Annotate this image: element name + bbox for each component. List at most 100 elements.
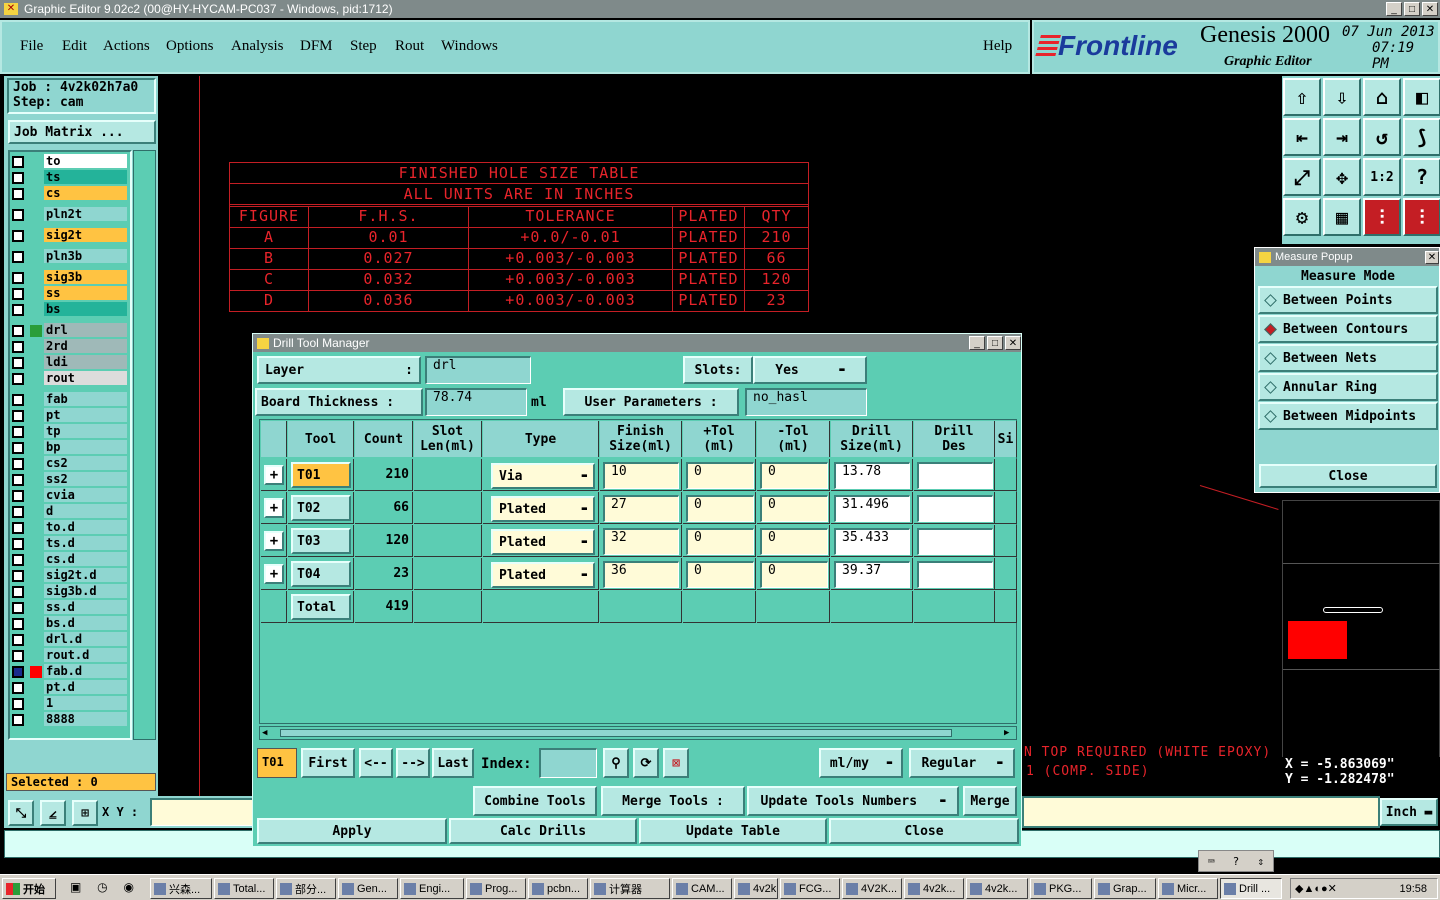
- drill-des-input[interactable]: [917, 495, 993, 522]
- layer-row-24[interactable]: sig2t.d: [10, 568, 128, 583]
- taskbar-item[interactable]: 兴森...: [150, 878, 212, 899]
- expand-row-icon[interactable]: +: [264, 498, 284, 518]
- layer-scrollbar[interactable]: [133, 150, 156, 740]
- prompt-bar[interactable]: [1022, 796, 1380, 828]
- layer-checkbox[interactable]: [12, 229, 24, 242]
- help-icon[interactable]: ?: [1403, 158, 1440, 196]
- arrows-icon[interactable]: ⇕: [1257, 855, 1264, 868]
- layer-checkbox[interactable]: [12, 271, 24, 284]
- layer-checkbox[interactable]: [12, 537, 24, 550]
- menu-options[interactable]: Options: [166, 38, 214, 55]
- first-button[interactable]: First: [301, 748, 355, 778]
- mode-dropdown[interactable]: Regular ▬: [909, 748, 1015, 778]
- finish-input[interactable]: 36: [603, 561, 679, 588]
- layer-row-17[interactable]: cs2: [10, 456, 128, 471]
- layer-row-22[interactable]: ts.d: [10, 536, 128, 551]
- grid-icon[interactable]: ⊞: [72, 800, 98, 826]
- taskbar-item[interactable]: Drill ...: [1220, 878, 1282, 899]
- layer-checkbox[interactable]: [12, 187, 24, 200]
- layer-row-2[interactable]: cs: [10, 186, 128, 201]
- layer-checkbox[interactable]: [12, 681, 24, 694]
- browser-icon[interactable]: ◉: [124, 880, 134, 898]
- layer-button[interactable]: Layer:: [257, 356, 421, 384]
- layer-checkbox[interactable]: [12, 649, 24, 662]
- expand-row-icon[interactable]: +: [264, 465, 284, 485]
- taskbar-item[interactable]: Prog...: [466, 878, 526, 899]
- finish-input[interactable]: 10: [603, 462, 679, 489]
- taskbar-item[interactable]: 计算器: [590, 878, 670, 899]
- mtol-input[interactable]: 0: [760, 495, 828, 522]
- layer-row-26[interactable]: ss.d: [10, 600, 128, 615]
- layer-row-1[interactable]: ts: [10, 170, 128, 185]
- layer-checkbox[interactable]: [12, 553, 24, 566]
- ptol-input[interactable]: 0: [686, 528, 754, 555]
- ptol-input[interactable]: 0: [686, 462, 754, 489]
- home-icon[interactable]: ⌂: [1363, 78, 1401, 116]
- dtm-maximize-icon[interactable]: □: [987, 336, 1003, 350]
- merge-button[interactable]: Merge: [963, 786, 1017, 816]
- grid-icon[interactable]: ▦: [1323, 198, 1361, 236]
- layer-row-29[interactable]: rout.d: [10, 648, 128, 663]
- layer-row-5[interactable]: pln3b: [10, 249, 128, 264]
- menu-dfm[interactable]: DFM: [300, 38, 333, 55]
- keyboard-icon[interactable]: ⌨: [1208, 855, 1215, 868]
- layer-checkbox[interactable]: [12, 665, 24, 678]
- finish-input[interactable]: 27: [603, 495, 679, 522]
- layer-checkbox[interactable]: [12, 457, 24, 470]
- layer-checkbox[interactable]: [12, 409, 24, 422]
- taskbar-item[interactable]: Engi...: [400, 878, 464, 899]
- undo-icon[interactable]: ↺: [1363, 118, 1401, 156]
- taskbar-item[interactable]: PKG...: [1030, 878, 1092, 899]
- layer-row-4[interactable]: sig2t: [10, 228, 128, 243]
- type-dropdown[interactable]: Plated ▬: [491, 562, 595, 588]
- menu-step[interactable]: Step: [350, 38, 377, 55]
- drill-des-input[interactable]: [917, 561, 993, 588]
- layer-checkbox[interactable]: [12, 697, 24, 710]
- layer-checkbox[interactable]: [12, 393, 24, 406]
- tray-icons[interactable]: ◆▲◐●✕: [1295, 882, 1337, 895]
- minimize-button[interactable]: _: [1386, 2, 1402, 16]
- layer-checkbox[interactable]: [12, 441, 24, 454]
- layer-checkbox[interactable]: [12, 489, 24, 502]
- layer-checkbox[interactable]: [12, 633, 24, 646]
- type-dropdown[interactable]: Plated ▬: [491, 529, 595, 555]
- layers-red-icon[interactable]: ⫶: [1363, 198, 1401, 236]
- layer-checkbox[interactable]: [12, 171, 24, 184]
- desktop-icon[interactable]: ▣: [70, 880, 81, 898]
- tools-icon[interactable]: ⚙: [1283, 198, 1321, 236]
- layer-row-33[interactable]: 8888: [10, 712, 128, 727]
- layer-checkbox[interactable]: [12, 155, 24, 168]
- layer-checkbox[interactable]: [12, 208, 24, 221]
- scroll-thumb[interactable]: [280, 729, 952, 737]
- layer-row-15[interactable]: tp: [10, 424, 128, 439]
- move-right-icon[interactable]: ⇥: [1323, 118, 1361, 156]
- measure-close-icon[interactable]: ✕: [1425, 250, 1439, 264]
- drill-input[interactable]: 13.78: [834, 462, 910, 489]
- bulb-icon[interactable]: ⚲: [603, 748, 629, 778]
- table-hscrollbar[interactable]: ◀ ▶: [259, 726, 1017, 740]
- layer-row-21[interactable]: to.d: [10, 520, 128, 535]
- layer-row-9[interactable]: drl: [10, 323, 128, 338]
- layer-row-20[interactable]: d: [10, 504, 128, 519]
- taskbar-item[interactable]: 部分...: [276, 878, 336, 899]
- taskbar-item[interactable]: 4V2K...: [842, 878, 902, 899]
- drill-input[interactable]: 35.433: [834, 528, 910, 555]
- send-up-icon[interactable]: ⇧: [1283, 78, 1321, 116]
- layer-row-0[interactable]: to: [10, 154, 128, 169]
- next-button[interactable]: -->: [396, 748, 430, 778]
- help-icon[interactable]: ?: [1233, 855, 1240, 868]
- layer-checkbox[interactable]: [12, 324, 24, 337]
- layer-checkbox[interactable]: [12, 521, 24, 534]
- center-icon[interactable]: ✥: [1323, 158, 1361, 196]
- update-tools-numbers-dropdown[interactable]: Update Tools Numbers ▬: [747, 786, 959, 816]
- ptol-input[interactable]: 0: [686, 561, 754, 588]
- menu-windows[interactable]: Windows: [441, 38, 498, 55]
- layer-row-31[interactable]: pt.d: [10, 680, 128, 695]
- layer-row-10[interactable]: 2rd: [10, 339, 128, 354]
- layer-checkbox[interactable]: [12, 505, 24, 518]
- layer-row-18[interactable]: ss2: [10, 472, 128, 487]
- layer-row-6[interactable]: sig3b: [10, 270, 128, 285]
- taskbar-item[interactable]: FCG...: [780, 878, 840, 899]
- mtol-input[interactable]: 0: [760, 561, 828, 588]
- measure-option-4[interactable]: Between Midpoints: [1258, 402, 1438, 430]
